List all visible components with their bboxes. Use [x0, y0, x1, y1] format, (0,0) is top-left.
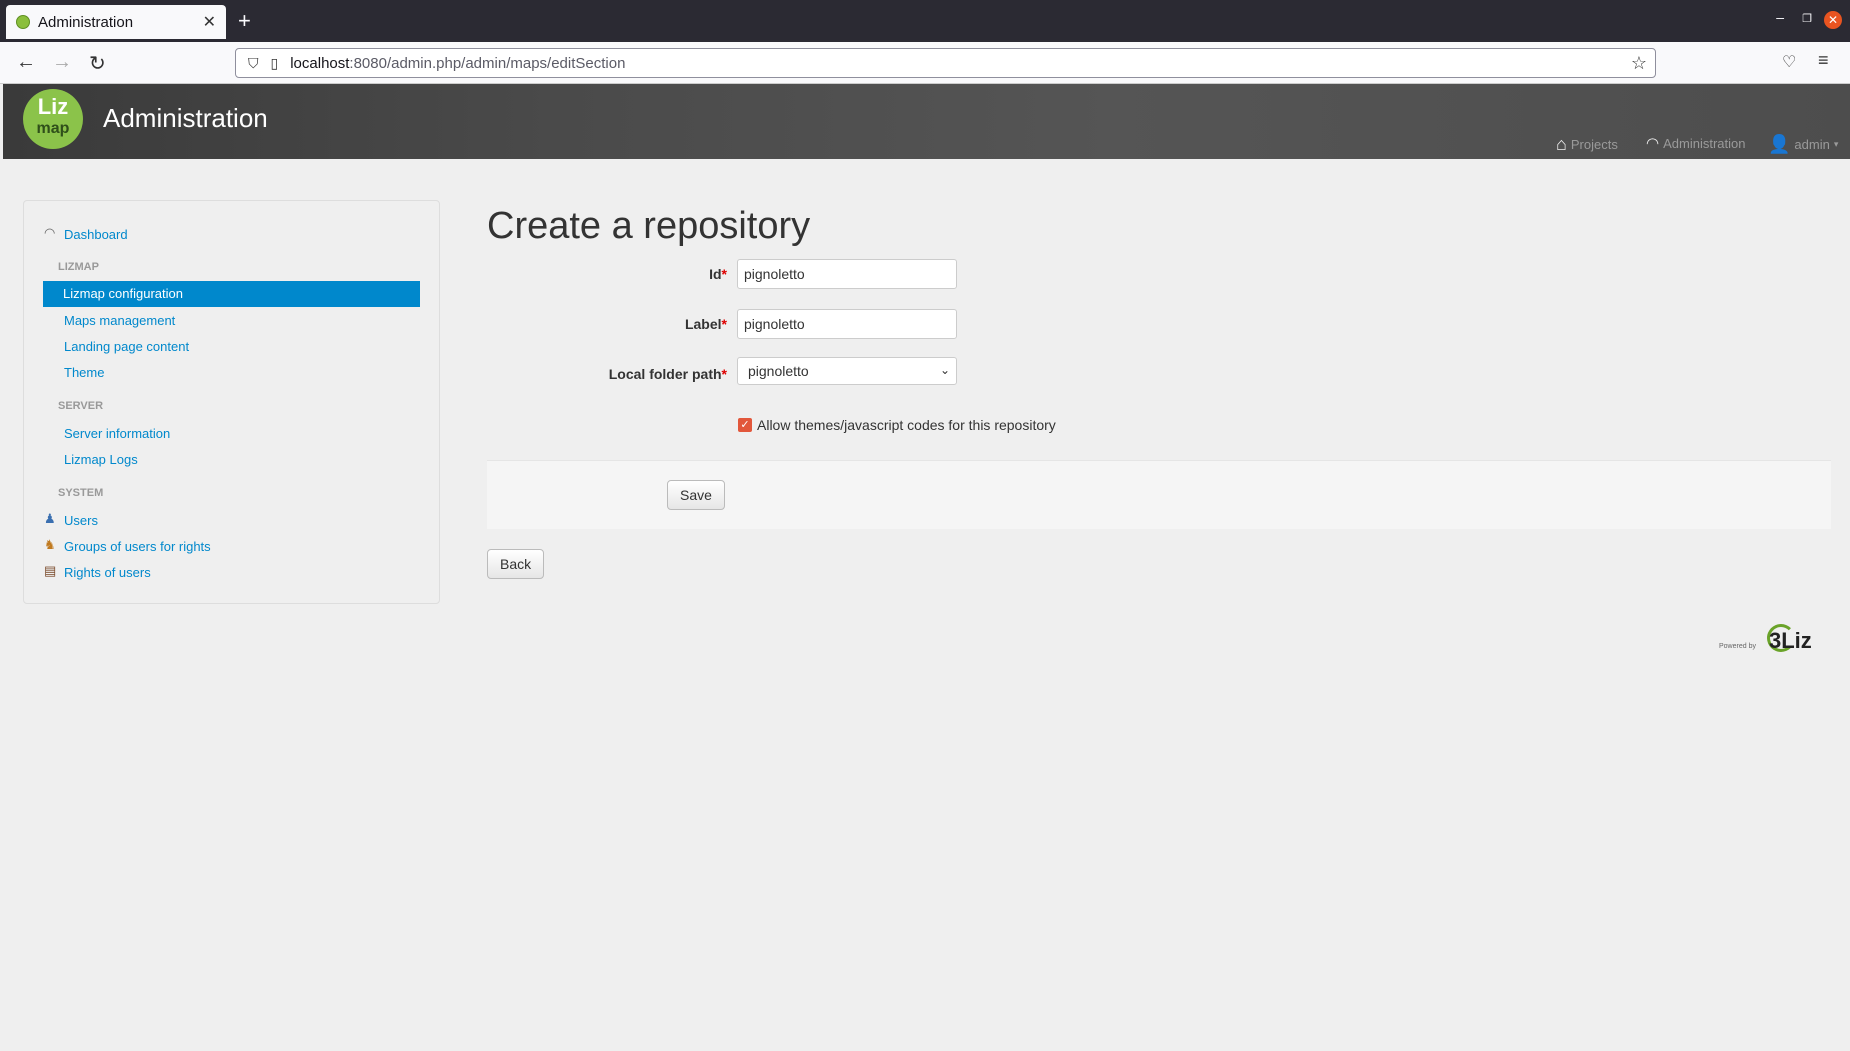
reload-icon[interactable]: ↻ [89, 51, 106, 76]
sidebar-item-groups[interactable]: Groups of users for rights [64, 539, 211, 554]
user-icon: ♟ [44, 511, 56, 526]
3liz-logo[interactable]: 3Liz [1767, 624, 1812, 654]
lizmap-logo[interactable]: Liz map [23, 89, 83, 149]
url-path: :8080/admin.php/admin/maps/editSection [349, 54, 626, 72]
new-tab-icon[interactable]: + [238, 8, 251, 34]
back-button[interactable]: Back [487, 549, 545, 579]
lizmap-favicon-icon [16, 15, 30, 29]
rights-book-icon: ▤ [44, 563, 57, 578]
form-actions: Save [487, 460, 1831, 529]
nav-projects-label: Projects [1570, 137, 1618, 152]
sidebar: ◠ Dashboard LIZMAP Lizmap configuration … [23, 200, 440, 604]
sidebar-item-maps-management[interactable]: Maps management [64, 313, 175, 328]
sidebar-item-rights[interactable]: Rights of users [64, 565, 151, 580]
nav-administration[interactable]: ◠ Administration [1646, 134, 1745, 152]
users-group-icon: ♞ [44, 537, 56, 552]
nav-projects[interactable]: ⌂ Projects [1556, 134, 1618, 155]
sidebar-item-lizmap-configuration[interactable]: Lizmap configuration [43, 281, 420, 307]
home-icon: ⌂ [1556, 134, 1567, 154]
caret-down-icon: ▾ [1833, 139, 1839, 149]
label-field-label: Label* [685, 316, 727, 332]
sidebar-item-server-information[interactable]: Server information [64, 426, 170, 441]
sidebar-item-theme[interactable]: Theme [64, 365, 104, 380]
page-icon: ▯ [270, 54, 279, 71]
local-folder-path-select[interactable]: pignoletto ⌄ [737, 357, 957, 385]
local-folder-path-label: Local folder path* [609, 366, 727, 382]
label-field[interactable] [737, 309, 957, 339]
3liz-logo-text: 3Liz [1769, 628, 1812, 653]
back-arrow-icon[interactable]: ← [16, 51, 36, 74]
allow-themes-label[interactable]: Allow themes/javascript codes for this r… [757, 417, 1056, 433]
user-icon: 👤 [1768, 134, 1791, 154]
allow-themes-checkbox[interactable]: ✓ [738, 418, 752, 432]
app-title: Administration [103, 103, 268, 133]
sidebar-item-users[interactable]: Users [64, 513, 98, 528]
pocket-icon[interactable]: ♡ [1782, 52, 1796, 72]
url-bar[interactable]: ⛉ ▯ localhost:8080/admin.php/admin/maps/… [235, 48, 1656, 78]
dashboard-gauge-icon: ◠ [44, 225, 56, 240]
sidebar-item-dashboard[interactable]: Dashboard [64, 227, 128, 242]
shield-icon[interactable]: ⛉ [248, 55, 259, 72]
id-field[interactable] [737, 259, 957, 289]
minimize-icon[interactable]: – [1776, 9, 1784, 25]
sidebar-section-lizmap: LIZMAP [58, 261, 99, 273]
browser-tab-bar: Administration ✕ + – ❐ ✕ [0, 0, 1850, 42]
local-folder-path-value: pignoletto [748, 363, 809, 379]
path-label-text: Local folder path [608, 366, 722, 382]
sidebar-item-lizmap-logs[interactable]: Lizmap Logs [64, 452, 138, 467]
close-tab-icon[interactable]: ✕ [203, 12, 216, 32]
logo-text-map: map [36, 120, 70, 137]
nav-user-label: admin [1794, 137, 1830, 152]
restore-icon[interactable]: ❐ [1802, 12, 1812, 25]
chevron-down-icon: ⌄ [939, 363, 950, 377]
nav-administration-label: Administration [1663, 135, 1746, 151]
page-title: Create a repository [487, 205, 811, 247]
sidebar-section-system: SYSTEM [58, 487, 104, 499]
app-header: Liz map Administration ⌂ Projects ◠ Admi… [3, 84, 1850, 159]
label-label-text: Label [684, 316, 722, 332]
required-mark: * [721, 366, 727, 382]
powered-by-text: Powered by [1719, 643, 1756, 650]
required-mark: * [721, 316, 727, 332]
browser-nav-bar: ← → ↻ ⛉ ▯ localhost:8080/admin.php/admin… [0, 42, 1850, 84]
window-close-icon[interactable]: ✕ [1824, 11, 1842, 29]
tab-title: Administration [38, 13, 134, 31]
save-button[interactable]: Save [667, 480, 725, 510]
logo-text-liz: Liz [37, 94, 69, 119]
forward-arrow-icon[interactable]: → [52, 51, 72, 74]
url-host: localhost [290, 54, 350, 72]
menu-icon[interactable]: ≡ [1818, 50, 1829, 71]
dashboard-gauge-icon: ◠ [1646, 135, 1660, 152]
nav-user-menu[interactable]: 👤 admin ▾ [1768, 134, 1838, 155]
id-label-text: Id [709, 266, 722, 282]
id-field-label: Id* [709, 266, 727, 282]
browser-tab[interactable]: Administration ✕ [6, 5, 226, 39]
sidebar-item-landing-page-content[interactable]: Landing page content [64, 339, 189, 354]
bookmark-star-icon[interactable]: ☆ [1631, 53, 1647, 74]
required-mark: * [721, 266, 727, 282]
sidebar-section-server: SERVER [58, 400, 104, 412]
